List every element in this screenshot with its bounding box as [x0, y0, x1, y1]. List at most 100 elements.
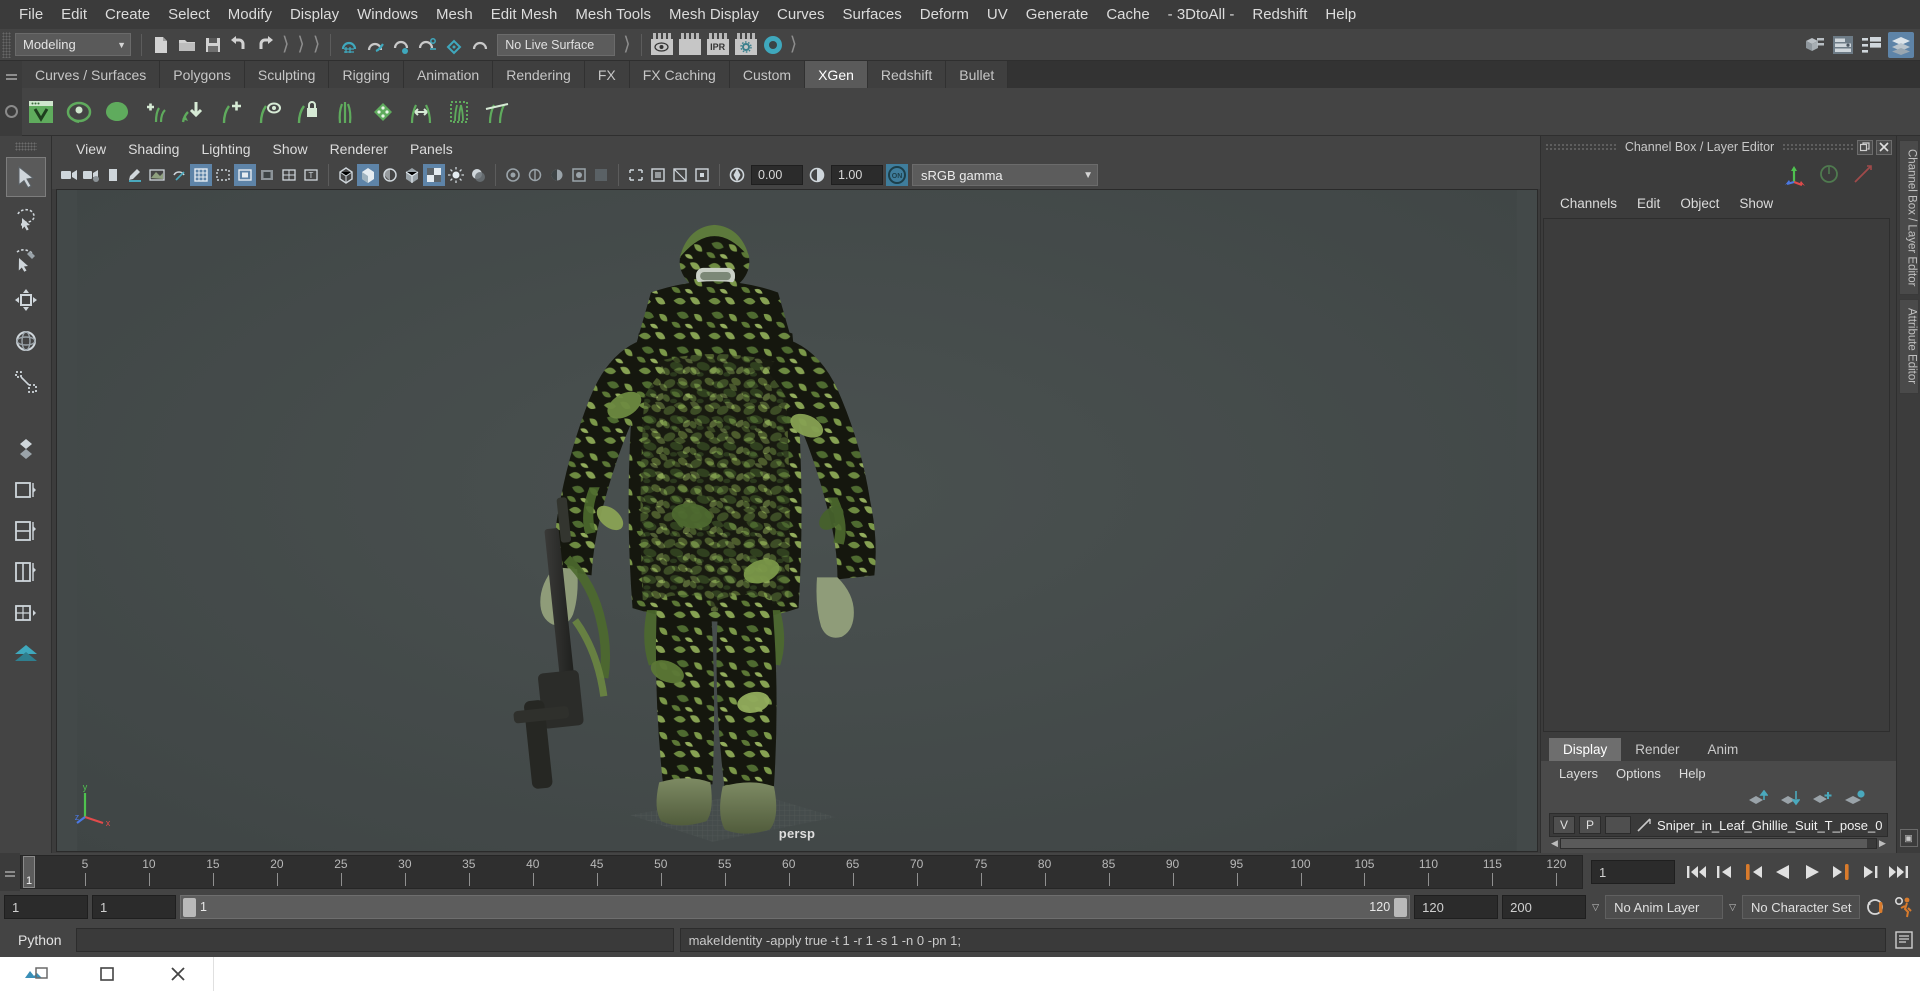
make-live-icon[interactable] — [467, 32, 493, 58]
snap-to-curve-icon[interactable] — [363, 32, 389, 58]
layer-visibility-toggle[interactable]: V — [1553, 816, 1575, 834]
script-editor-icon[interactable] — [1892, 928, 1916, 952]
exposure-field[interactable]: 0.00 — [751, 165, 803, 185]
xgen-add-guide-icon[interactable] — [212, 90, 250, 134]
snap-to-grid-icon[interactable] — [337, 32, 363, 58]
layer-menu-help[interactable]: Help — [1671, 765, 1714, 782]
menu-file[interactable]: File — [10, 4, 52, 25]
anim-layer-selector[interactable]: No Anim Layer — [1605, 895, 1724, 919]
image-plane-icon[interactable] — [146, 164, 168, 186]
menu-deform[interactable]: Deform — [911, 4, 978, 25]
current-frame-field[interactable]: 1 — [1591, 860, 1675, 884]
expand-sidebar-icon[interactable]: ▣ — [1899, 829, 1918, 847]
save-scene-icon[interactable] — [200, 32, 226, 58]
menu-windows[interactable]: Windows — [348, 4, 427, 25]
color-management-selector[interactable]: sRGB gamma ▼ — [912, 164, 1098, 186]
snap-to-view-plane-icon[interactable] — [441, 32, 467, 58]
render-settings-icon[interactable] — [733, 32, 759, 57]
lasso-select-tool[interactable] — [6, 198, 46, 238]
character-set-selector[interactable]: No Character Set — [1742, 895, 1860, 919]
texture-icon[interactable] — [423, 164, 445, 186]
scroll-right-arrow[interactable]: ▶ — [1877, 838, 1888, 849]
snap-to-point-icon[interactable] — [389, 32, 415, 58]
viewport-menu-view[interactable]: View — [66, 139, 116, 159]
channel-menu-edit[interactable]: Edit — [1628, 194, 1669, 213]
range-end-handle[interactable] — [1394, 897, 1408, 917]
xgen-lock-guide-icon[interactable] — [288, 90, 326, 134]
xgen-mirror-guide-icon[interactable] — [326, 90, 364, 134]
play-forwards-button[interactable] — [1799, 859, 1825, 885]
attribute-editor-icon[interactable] — [1830, 32, 1856, 58]
channel-box-content[interactable] — [1543, 218, 1890, 732]
xgen-import-icon[interactable] — [174, 90, 212, 134]
viewport-menu-lighting[interactable]: Lighting — [191, 139, 260, 159]
move-layer-down-icon[interactable] — [1780, 790, 1800, 806]
resolution-gate-icon[interactable] — [234, 164, 256, 186]
step-forward-key-button[interactable] — [1828, 859, 1854, 885]
single-perspective-layout[interactable] — [6, 470, 46, 510]
persp-graph-layout[interactable] — [6, 593, 46, 633]
menu-curves[interactable]: Curves — [768, 4, 834, 25]
go-to-end-button[interactable] — [1886, 859, 1912, 885]
go-to-start-button[interactable] — [1683, 859, 1709, 885]
xgen-primitive-icon[interactable] — [98, 90, 136, 134]
menu-cache[interactable]: Cache — [1097, 4, 1158, 25]
xgen-preview-icon[interactable] — [60, 90, 98, 134]
animation-preferences-icon[interactable] — [1892, 895, 1916, 919]
use-all-lights-icon[interactable] — [445, 164, 467, 186]
xgen-clump-icon[interactable] — [402, 90, 440, 134]
live-surface-field[interactable]: No Live Surface — [497, 33, 616, 56]
table-row[interactable]: V P Sniper_in_Leaf_Ghillie_Suit_T_pose_0 — [1549, 813, 1888, 837]
range-start-field[interactable]: 1 — [92, 895, 176, 919]
persp-outliner-layout[interactable] — [6, 552, 46, 592]
smooth-shade-selected-icon[interactable] — [379, 164, 401, 186]
camera-attributes-icon[interactable] — [102, 164, 124, 186]
scrollbar-thumb[interactable] — [1561, 838, 1867, 848]
selection-mask-component-icon[interactable]: ⟩ — [309, 33, 324, 56]
scale-manipulator-icon[interactable] — [1852, 163, 1874, 185]
auto-keyframe-toggle-icon[interactable] — [1864, 895, 1888, 919]
smooth-shade-all-icon[interactable] — [357, 164, 379, 186]
select-tool[interactable] — [5, 157, 46, 197]
current-time-indicator[interactable]: 1 — [23, 856, 35, 888]
shelf-tab-fx[interactable]: FX — [584, 61, 630, 88]
bookmark-icon[interactable] — [124, 164, 146, 186]
snap-to-projected-center-icon[interactable] — [415, 32, 441, 58]
new-layer-icon[interactable] — [1812, 790, 1832, 806]
shelf-tab-curves-surfaces[interactable]: Curves / Surfaces — [22, 61, 161, 88]
move-tool[interactable] — [6, 280, 46, 320]
last-tool-used[interactable] — [6, 429, 46, 469]
paint-select-tool[interactable] — [6, 239, 46, 279]
step-forward-frame-button[interactable] — [1857, 859, 1883, 885]
render-mask-more-icon[interactable]: ⟩ — [786, 33, 801, 56]
shelf-tab-animation[interactable]: Animation — [403, 61, 494, 88]
anim-start-field[interactable]: 1 — [4, 895, 88, 919]
shelf-tab-rendering[interactable]: Rendering — [493, 61, 585, 88]
ao-icon[interactable] — [502, 164, 524, 186]
xray-active-components-icon[interactable] — [691, 164, 713, 186]
screen-space-ao-icon[interactable] — [590, 164, 612, 186]
time-slider[interactable]: 5 10 15 20 25 30 35 40 45 50 55 60 65 70 75 80 85 90 95 100… — [20, 855, 1583, 889]
menu-uv[interactable]: UV — [978, 4, 1017, 25]
selection-mask-more-icon[interactable]: ⟩ — [619, 33, 634, 56]
wireframe-icon[interactable] — [335, 164, 357, 186]
modeling-toolkit-icon[interactable] — [1801, 32, 1827, 58]
viewport-menu-renderer[interactable]: Renderer — [320, 139, 398, 159]
undo-icon[interactable] — [226, 32, 252, 58]
shelf-tab-custom[interactable]: Custom — [729, 61, 806, 88]
viewport-menu-show[interactable]: Show — [263, 139, 318, 159]
channel-box-icon[interactable] — [1859, 32, 1885, 58]
shadows-icon[interactable] — [467, 164, 489, 186]
menu-surfaces[interactable]: Surfaces — [834, 4, 911, 25]
layer-list-scrollbar[interactable]: ◀ ▶ — [1541, 837, 1896, 853]
chevron-down-icon-character-set[interactable]: ▽ — [1727, 902, 1738, 913]
xgen-groom-icon[interactable] — [440, 90, 478, 134]
menu-redshift[interactable]: Redshift — [1243, 4, 1316, 25]
menu-create[interactable]: Create — [96, 4, 159, 25]
shelf-tab-polygons[interactable]: Polygons — [160, 61, 245, 88]
menu-help[interactable]: Help — [1316, 4, 1365, 25]
layer-menu-options[interactable]: Options — [1608, 765, 1669, 782]
time-slider-grip[interactable] — [0, 853, 20, 891]
command-language-label[interactable]: Python — [4, 932, 70, 948]
menu-mesh-tools[interactable]: Mesh Tools — [566, 4, 660, 25]
